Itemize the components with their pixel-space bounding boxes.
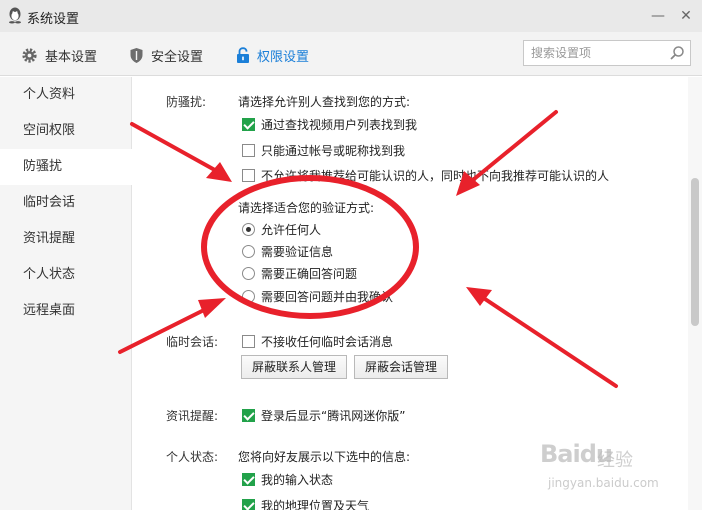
anti-harass-label: 防骚扰:: [166, 95, 207, 109]
verify-option-info[interactable]: 需要验证信息: [242, 243, 333, 260]
tab-basic-settings[interactable]: 基本设置: [21, 44, 97, 66]
settings-content: 防骚扰: 请选择允许别人查找到您的方式: 通过查找视频用户列表找到我 只能通过帐…: [133, 77, 688, 510]
news-alert-label: 资讯提醒:: [166, 409, 219, 423]
radio-button[interactable]: [242, 223, 255, 236]
sidebar-item-temp-session[interactable]: 临时会话: [0, 185, 132, 221]
sidebar-item-news-alert[interactable]: 资讯提醒: [0, 221, 132, 257]
verify-option-answer[interactable]: 需要正确回答问题: [242, 265, 357, 282]
radio-button[interactable]: [242, 245, 255, 258]
sidebar-item-anti-harass[interactable]: 防骚扰: [0, 149, 133, 185]
verify-method-prompt: 请选择适合您的验证方式:: [238, 201, 375, 215]
search-box[interactable]: [523, 40, 691, 66]
temp-session-option-label: 不接收任何临时会话消息: [261, 335, 394, 349]
block-sessions-button[interactable]: 屏蔽会话管理: [354, 355, 449, 379]
tab-security-settings[interactable]: 安全设置: [129, 44, 203, 66]
penguin-app-icon: [9, 7, 21, 24]
minimize-button[interactable]: —: [648, 6, 668, 26]
tab-permission-settings-label: 权限设置: [257, 49, 310, 65]
block-contacts-button[interactable]: 屏蔽联系人管理: [241, 355, 348, 379]
status-option-label: 我的地理位置及天气: [261, 499, 370, 510]
find-option-label: 不允许将我推荐给可能认识的人，同时也不向我推荐可能认识的人: [261, 169, 610, 183]
verify-option-label: 需要正确回答问题: [261, 267, 358, 281]
toolbar: 基本设置 安全设置 权限设置: [0, 32, 702, 76]
status-option-label: 我的输入状态: [261, 473, 334, 487]
radio-button[interactable]: [242, 267, 255, 280]
checkbox[interactable]: [242, 409, 255, 422]
shield-icon: [130, 47, 143, 63]
temp-session-option[interactable]: 不接收任何临时会话消息: [242, 333, 393, 350]
sidebar-item-profile[interactable]: 个人资料: [0, 77, 132, 113]
tab-basic-settings-label: 基本设置: [45, 49, 98, 65]
verify-option-answer-confirm[interactable]: 需要回答问题并由我确认: [242, 288, 393, 305]
sidebar: 个人资料 空间权限 防骚扰 临时会话 资讯提醒 个人状态 远程桌面: [0, 77, 133, 510]
checkbox[interactable]: [242, 499, 255, 510]
gear-icon: [22, 47, 37, 63]
verify-option-label: 允许任何人: [261, 223, 322, 237]
verify-option-anyone[interactable]: 允许任何人: [242, 221, 321, 238]
status-option-typing[interactable]: 我的输入状态: [242, 471, 333, 488]
checkbox[interactable]: [242, 118, 255, 131]
verify-option-label: 需要验证信息: [261, 245, 334, 259]
tab-security-settings-label: 安全设置: [151, 49, 204, 65]
radio-button[interactable]: [242, 290, 255, 303]
status-prompt: 您将向好友展示以下选中的信息:: [238, 450, 411, 464]
checkbox[interactable]: [242, 144, 255, 157]
news-option-label: 登录后显示“腾讯网迷你版”: [261, 409, 406, 423]
scrollbar-thumb[interactable]: [691, 178, 699, 326]
close-button[interactable]: ✕: [676, 6, 696, 26]
find-option-no-recommend[interactable]: 不允许将我推荐给可能认识的人，同时也不向我推荐可能认识的人: [242, 167, 609, 184]
find-method-prompt: 请选择允许别人查找到您的方式:: [238, 95, 411, 109]
find-option-label: 通过查找视频用户列表找到我: [261, 118, 418, 132]
search-icon[interactable]: [669, 45, 685, 61]
find-option-label: 只能通过帐号或昵称找到我: [261, 144, 406, 158]
title-bar: 系统设置 — ✕: [0, 0, 702, 32]
window-title: 系统设置: [27, 12, 80, 27]
find-option-account-only[interactable]: 只能通过帐号或昵称找到我: [242, 142, 405, 159]
sidebar-item-remote-desktop[interactable]: 远程桌面: [0, 293, 132, 329]
lock-icon: [237, 46, 249, 63]
tab-permission-settings[interactable]: 权限设置: [236, 44, 309, 66]
temp-session-label: 临时会话:: [166, 335, 219, 349]
status-option-location[interactable]: 我的地理位置及天气: [242, 497, 369, 510]
find-option-video-list[interactable]: 通过查找视频用户列表找到我: [242, 116, 417, 133]
checkbox[interactable]: [242, 473, 255, 486]
news-option[interactable]: 登录后显示“腾讯网迷你版”: [242, 407, 405, 424]
vertical-scrollbar[interactable]: [688, 77, 702, 510]
sidebar-item-space-permission[interactable]: 空间权限: [0, 113, 132, 149]
checkbox[interactable]: [242, 335, 255, 348]
sidebar-item-personal-status[interactable]: 个人状态: [0, 257, 132, 293]
checkbox[interactable]: [242, 169, 255, 182]
personal-status-label: 个人状态:: [166, 450, 219, 464]
verify-option-label: 需要回答问题并由我确认: [261, 290, 394, 304]
search-input[interactable]: [524, 41, 664, 65]
